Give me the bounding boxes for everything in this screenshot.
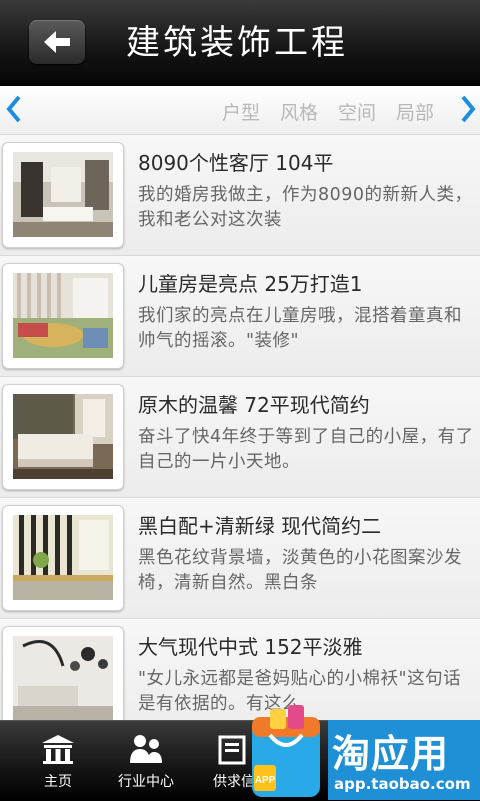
list-item[interactable]: 儿童房是亮点 25万打造1 我们家的亮点在儿童房哦，混搭着童真和帅气的摇滚。"装… — [0, 256, 480, 377]
back-arrow-icon — [44, 31, 70, 53]
item-description: 黑色花纹背景墙，淡黄色的小花图案沙发椅，清新自然。黑白条 — [138, 548, 462, 593]
item-title: 黑白配+清新绿 现代简约二 — [138, 514, 382, 538]
item-description: 我的婚房我做主，作为8090的新新人类，我和老公对这次装 — [138, 185, 473, 230]
living-room-image — [13, 152, 113, 237]
category-tab-style[interactable]: 风格 — [280, 98, 318, 125]
promo-badge: APP — [255, 775, 276, 786]
scroll-left-button[interactable] — [4, 94, 24, 128]
tab-industry-center-label: 行业中心 — [118, 774, 174, 790]
thumbnail — [2, 142, 124, 248]
thumbnail — [2, 263, 124, 369]
study-room-image — [13, 515, 113, 600]
item-title: 儿童房是亮点 25万打造1 — [138, 272, 363, 296]
kids-room-image — [13, 273, 113, 358]
back-button[interactable] — [29, 20, 85, 64]
tab-home[interactable]: 主页 — [10, 721, 106, 801]
thumbnail — [2, 384, 124, 490]
article-list: 8090个性客厅 104平 我的婚房我做主，作为8090的新新人类，我和老公对这… — [0, 135, 480, 720]
item-description: 奋斗了快4年终于等到了自己的小屋，有了自己的一片小天地。 — [138, 427, 474, 472]
list-item[interactable]: 黑白配+清新绿 现代简约二 黑色花纹背景墙，淡黄色的小花图案沙发椅，清新自然。黑… — [0, 498, 480, 619]
category-tab-layout[interactable]: 户型 — [222, 98, 260, 125]
list-item[interactable]: 8090个性客厅 104平 我的婚房我做主，作为8090的新新人类，我和老公对这… — [0, 135, 480, 256]
thumbnail — [2, 626, 124, 720]
chevron-right-icon — [461, 95, 476, 123]
category-bar: 户型 风格 空间 局部 — [0, 86, 480, 135]
chinese-style-room-image — [13, 636, 113, 720]
shopping-bag-logo: APP — [252, 705, 320, 797]
people-icon — [130, 735, 162, 763]
list-item[interactable]: 原木的温馨 72平现代简约 奋斗了快4年终于等到了自己的小屋，有了自己的一片小天… — [0, 377, 480, 498]
top-bar: 建筑装饰工程 — [0, 0, 480, 86]
tab-industry-center[interactable]: 行业中心 — [98, 721, 194, 801]
category-tab-space[interactable]: 空间 — [338, 98, 376, 125]
home-icon — [42, 735, 74, 764]
scroll-right-button[interactable] — [458, 94, 478, 128]
chevron-left-icon — [6, 95, 21, 123]
promo-url: app.taobao.com — [334, 775, 471, 793]
item-description: 我们家的亮点在儿童房哦，混搭着童真和帅气的摇滚。"装修" — [138, 306, 462, 351]
item-title: 8090个性客厅 104平 — [138, 151, 334, 175]
page-title: 建筑装饰工程 — [126, 23, 348, 63]
category-tab-detail[interactable]: 局部 — [396, 98, 434, 125]
category-tabs: 户型 风格 空间 局部 — [222, 98, 434, 125]
taobao-app-promo: APP 淘应用 app.taobao.com — [240, 695, 480, 800]
tab-home-label: 主页 — [44, 774, 72, 790]
item-title: 大气现代中式 152平淡雅 — [138, 635, 363, 659]
item-title: 原木的温馨 72平现代简约 — [138, 393, 370, 417]
promo-logo-text: 淘应用 — [332, 732, 450, 776]
bedroom-image — [13, 394, 113, 479]
thumbnail — [2, 505, 124, 611]
